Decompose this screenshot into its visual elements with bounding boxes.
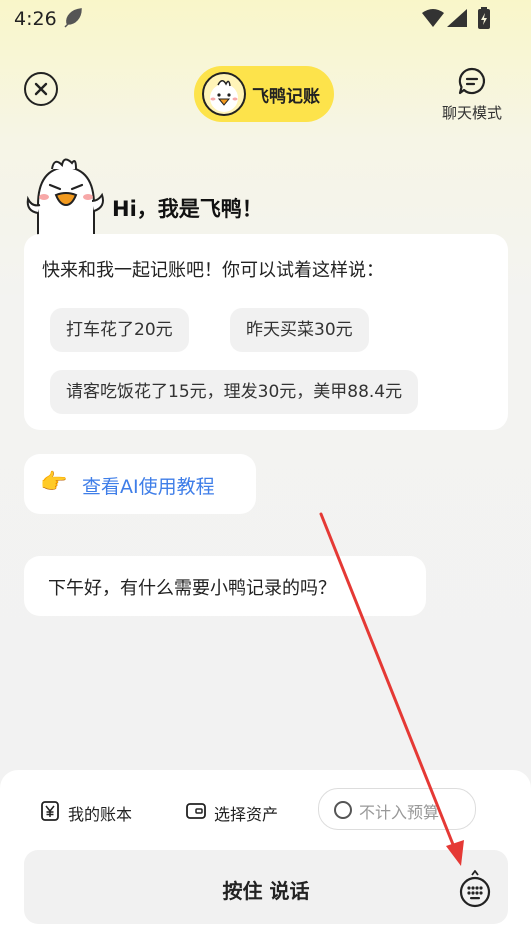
chat-bubble-icon	[457, 66, 487, 100]
greeting-text: Hi，我是飞鸭！	[112, 197, 263, 221]
budget-radio-icon	[334, 801, 352, 819]
intro-text: 快来和我一起记账吧！你可以试着这样说：	[42, 260, 384, 281]
ledger-yen-icon	[40, 801, 60, 825]
duck-mascot-icon	[24, 155, 108, 245]
wallet-icon	[186, 801, 206, 825]
assistant-message: 下午好，有什么需要小鸭记录的吗？	[24, 556, 426, 616]
tutorial-link-text: 查看AI使用教程	[82, 476, 215, 498]
select-asset-label: 选择资产	[214, 805, 279, 824]
exclude-budget-toggle[interactable]: 不计入预算	[318, 788, 476, 830]
status-bar: 4:26	[0, 0, 531, 36]
app-title: 飞鸭记账	[252, 87, 320, 107]
close-button[interactable]	[24, 72, 58, 106]
suggestion-chip-taxi[interactable]: 打车花了20元	[50, 308, 189, 352]
battery-icon	[478, 7, 490, 33]
exclude-budget-label: 不计入预算	[359, 803, 440, 822]
hold-to-talk-label: 按住 说话	[222, 879, 310, 903]
keyboard-toggle-icon[interactable]	[458, 870, 492, 908]
chat-mode-label: 聊天模式	[441, 104, 502, 122]
chat-mode-button[interactable]: 聊天模式	[434, 66, 510, 126]
my-ledger-button[interactable]: 我的账本	[40, 792, 160, 830]
select-asset-button[interactable]: 选择资产	[186, 792, 306, 830]
my-ledger-label: 我的账本	[68, 805, 133, 824]
hold-to-talk-button[interactable]: 按住 说话	[24, 850, 508, 924]
pointing-hand-icon: 👉	[40, 470, 68, 495]
intro-card: 快来和我一起记账吧！你可以试着这样说： 打车花了20元 昨天买菜30元 请客吃饭…	[24, 234, 508, 430]
suggestion-chip-groceries[interactable]: 昨天买菜30元	[230, 308, 369, 352]
status-time: 4:26	[14, 8, 57, 30]
close-icon	[34, 82, 48, 96]
app-brand-badge: 飞鸭记账	[194, 66, 334, 122]
wifi-icon	[422, 9, 444, 31]
assistant-message-text: 下午好，有什么需要小鸭记录的吗？	[48, 578, 336, 599]
signal-icon	[447, 9, 467, 31]
feather-icon	[62, 7, 84, 33]
suggestion-chip-multi[interactable]: 请客吃饭花了15元，理发30元，美甲88.4元	[50, 370, 419, 414]
duck-logo-icon	[202, 72, 246, 116]
ai-tutorial-link[interactable]: 👉 查看AI使用教程	[24, 454, 256, 514]
